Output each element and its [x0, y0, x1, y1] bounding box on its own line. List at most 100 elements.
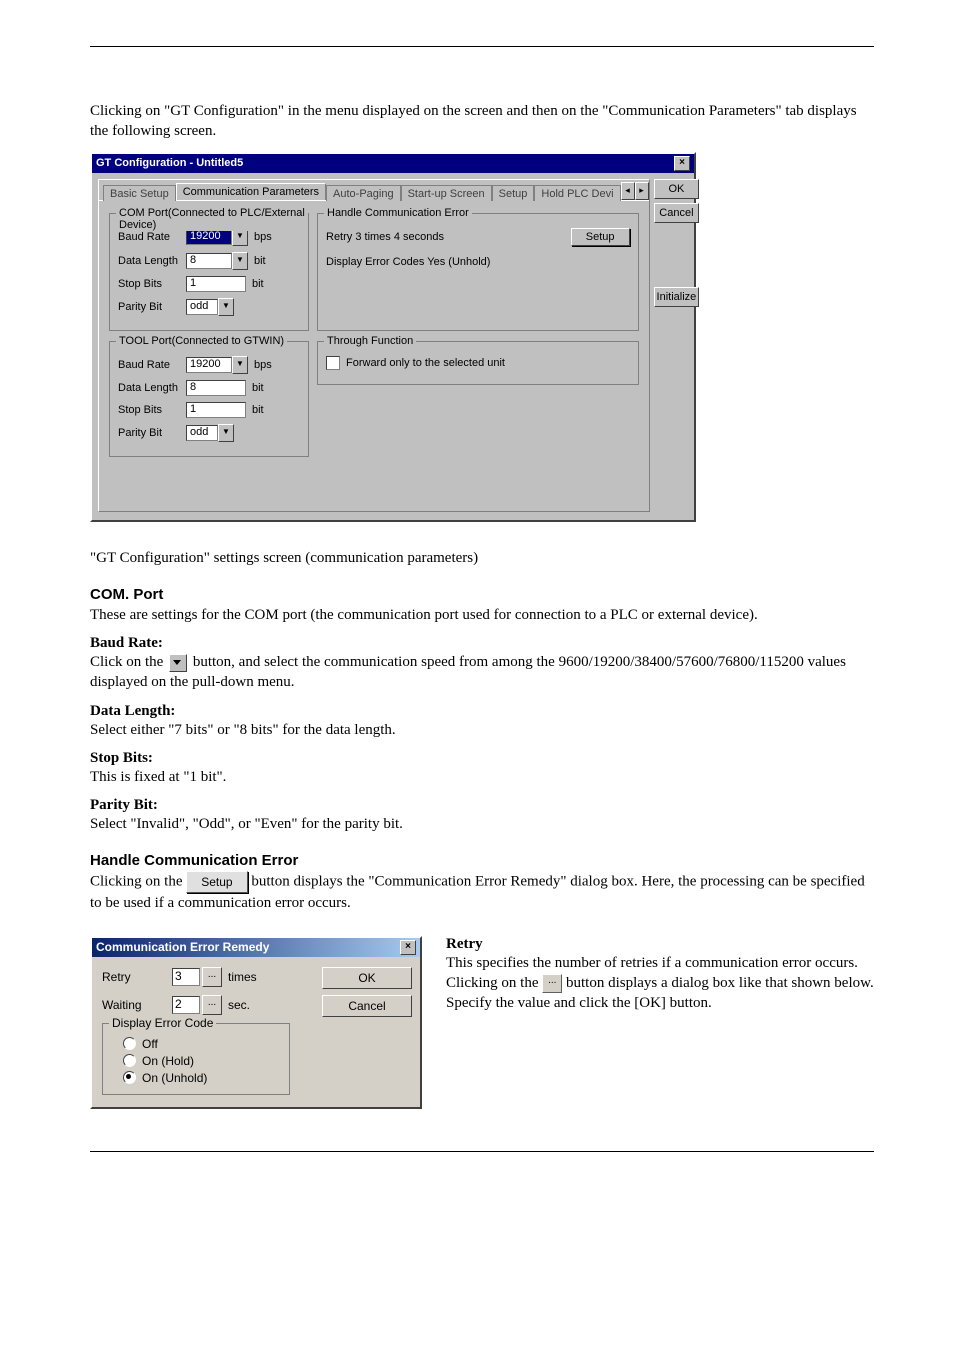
radio-off[interactable] [123, 1037, 136, 1050]
retry-unit: times [228, 970, 257, 984]
radio-on-hold[interactable] [123, 1054, 136, 1067]
handle-error-group: Handle Communication Error Retry 3 times… [317, 213, 639, 331]
tool-stop-bits-field: 1 [186, 402, 246, 418]
data-length-unit: bit [254, 255, 266, 267]
tool-data-length-label: Data Length [118, 382, 186, 394]
initialize-button[interactable]: Initialize [654, 287, 700, 307]
radio-off-label: Off [142, 1037, 158, 1051]
top-rule [90, 46, 874, 47]
ellipsis-icon[interactable]: ... [202, 995, 222, 1015]
tool-stop-bits-label: Stop Bits [118, 404, 186, 416]
waiting-label: Waiting [102, 998, 172, 1012]
tab-basic-setup[interactable]: Basic Setup [103, 185, 176, 201]
stop-bits-unit: bit [252, 278, 264, 290]
tab-auto-paging[interactable]: Auto-Paging [326, 185, 401, 201]
tool-parity-select[interactable]: odd [186, 425, 218, 441]
tool-baud-unit: bps [254, 359, 272, 371]
handle-error-heading: Handle Communication Error [90, 852, 874, 869]
tool-data-length-field: 8 [186, 380, 246, 396]
radio-on-unhold-label: On (Unhold) [142, 1071, 207, 1085]
com-port-text: These are settings for the COM port (the… [90, 605, 874, 625]
parity-text: Select "Invalid", "Odd", or "Even" for t… [90, 814, 874, 834]
handle-error-text: Clicking on the Setup button displays th… [90, 871, 874, 913]
baud-unit: bps [254, 231, 272, 243]
baud-label-tool: Baud Rate [118, 359, 186, 371]
intro-paragraph: Clicking on "GT Configuration" in the me… [90, 101, 874, 142]
baud-text-b: button, and select the communication spe… [90, 654, 846, 690]
close-icon[interactable]: × [400, 940, 416, 955]
retry-label: Retry [102, 970, 172, 984]
tool-stop-bits-unit: bit [252, 404, 264, 416]
retry-heading: Retry [446, 936, 874, 953]
through-legend: Through Function [324, 335, 416, 347]
parity-select[interactable]: odd [186, 299, 218, 315]
tool-port-group: TOOL Port(Connected to GTWIN) Baud Rate … [109, 341, 309, 457]
baud-text: Click on the button, and select the comm… [90, 652, 874, 693]
ellipsis-icon: ... [542, 974, 562, 993]
data-length-text: Select either "7 bits" or "8 bits" for t… [90, 720, 874, 740]
tab-hold-plc[interactable]: Hold PLC Devi [534, 185, 620, 201]
error-remedy-dialog: Communication Error Remedy × Retry 3 ...… [90, 936, 422, 1109]
tab-scroll-right-icon[interactable]: ▸ [635, 182, 649, 200]
baud-text-a: Click on the [90, 654, 167, 670]
parity-label: Parity Bit [118, 301, 186, 313]
radio-on-hold-label: On (Hold) [142, 1054, 194, 1068]
display-error-summary: Display Error Codes Yes (Unhold) [326, 256, 490, 268]
mini-dialog-title: Communication Error Remedy [96, 940, 269, 954]
waiting-input[interactable]: 2 [172, 996, 200, 1014]
footer-rule [90, 1151, 874, 1152]
gt-config-dialog: GT Configuration - Untitled5 × Basic Set… [90, 152, 696, 522]
chevron-down-icon [169, 654, 187, 672]
chevron-down-icon[interactable]: ▼ [232, 252, 248, 270]
data-length-select[interactable]: 8 [186, 253, 232, 269]
dialog-title: GT Configuration - Untitled5 [96, 157, 243, 169]
chevron-down-icon[interactable]: ▼ [218, 298, 234, 316]
tool-data-length-unit: bit [252, 382, 264, 394]
display-error-group: Display Error Code Off On (Hold) On (Unh… [102, 1023, 290, 1095]
tab-startup-screen[interactable]: Start-up Screen [401, 185, 492, 201]
cancel-button[interactable]: Cancel [654, 203, 700, 223]
title-bar[interactable]: GT Configuration - Untitled5 × [92, 154, 694, 173]
tool-parity-label: Parity Bit [118, 427, 186, 439]
cancel-button[interactable]: Cancel [322, 995, 412, 1017]
retry-text: This specifies the number of retries if … [446, 953, 874, 1014]
tab-communication-parameters[interactable]: Communication Parameters [176, 183, 326, 200]
data-length-label: Data Length [118, 255, 186, 267]
waiting-unit: sec. [228, 998, 250, 1012]
tool-baud-select[interactable]: 19200 [186, 357, 232, 373]
stop-bits-heading: Stop Bits: [90, 750, 874, 767]
com-port-heading: COM. Port [90, 586, 874, 603]
ellipsis-icon[interactable]: ... [202, 967, 222, 987]
forward-checkbox[interactable] [326, 356, 340, 370]
error-legend: Handle Communication Error [324, 207, 472, 219]
retry-summary: Retry 3 times 4 seconds [326, 231, 444, 243]
mini-title-bar[interactable]: Communication Error Remedy × [92, 938, 420, 957]
radio-on-unhold[interactable] [123, 1071, 136, 1084]
data-length-heading: Data Length: [90, 703, 874, 720]
err-text-a: Clicking on the [90, 874, 186, 890]
baud-select[interactable]: 19200 [186, 229, 232, 245]
forward-label: Forward only to the selected unit [346, 357, 505, 369]
tab-scroll-left-icon[interactable]: ◂ [621, 182, 635, 200]
retry-input[interactable]: 3 [172, 968, 200, 986]
stop-bits-text: This is fixed at "1 bit". [90, 767, 874, 787]
ok-button[interactable]: OK [654, 179, 700, 199]
dialog-caption: "GT Configuration" settings screen (comm… [90, 548, 874, 568]
stop-bits-label: Stop Bits [118, 278, 186, 290]
com-port-group: COM Port(Connected to PLC/External Devic… [109, 213, 309, 331]
chevron-down-icon[interactable]: ▼ [218, 424, 234, 442]
setup-button[interactable]: Setup [571, 228, 630, 246]
through-function-group: Through Function Forward only to the sel… [317, 341, 639, 385]
tool-port-legend: TOOL Port(Connected to GTWIN) [116, 335, 287, 347]
setup-button-inline: Setup [186, 871, 247, 893]
close-icon[interactable]: × [674, 156, 690, 171]
baud-heading: Baud Rate: [90, 635, 874, 652]
baud-label: Baud Rate [118, 231, 186, 243]
ok-button[interactable]: OK [322, 967, 412, 989]
chevron-down-icon[interactable]: ▼ [232, 356, 248, 374]
display-error-legend: Display Error Code [109, 1016, 216, 1030]
parity-heading: Parity Bit: [90, 797, 874, 814]
tab-strip: Basic Setup Communication Parameters Aut… [99, 180, 649, 200]
com-port-legend: COM Port(Connected to PLC/External Devic… [116, 207, 308, 231]
tab-setup[interactable]: Setup [492, 185, 535, 201]
